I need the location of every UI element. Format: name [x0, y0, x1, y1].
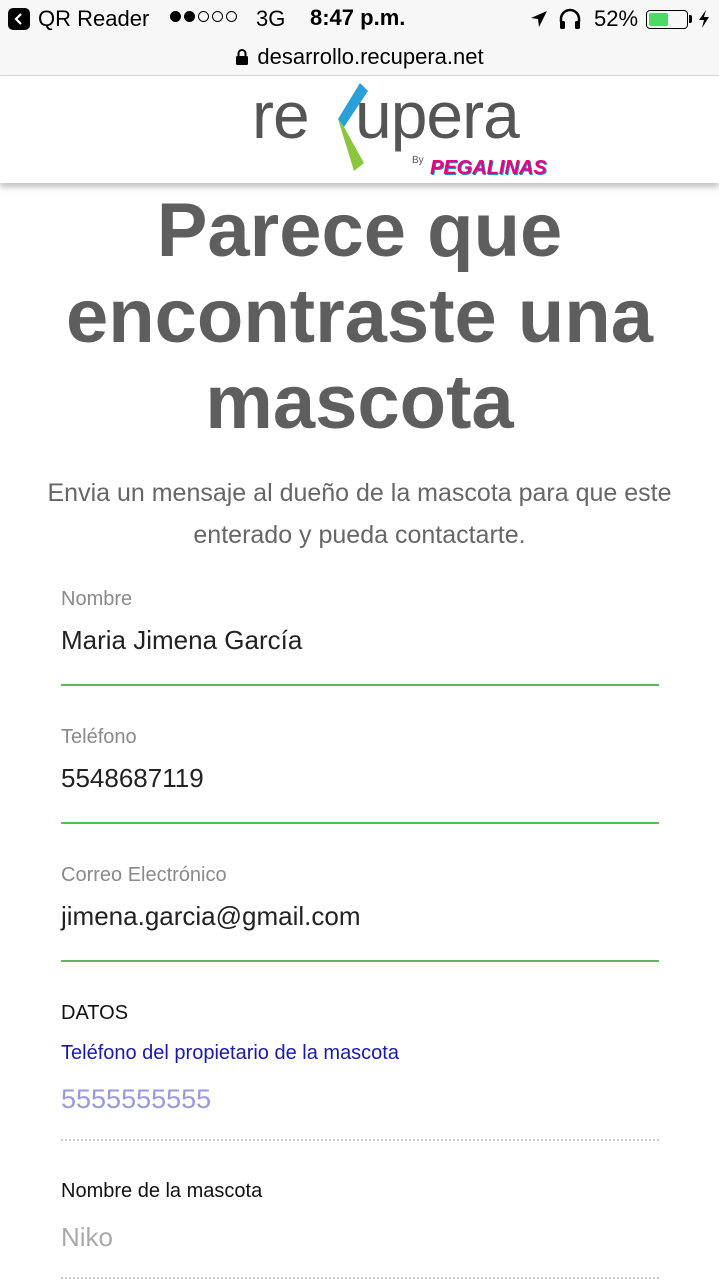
status-bar: QR Reader 3G 8:47 p.m. 52% [0, 0, 719, 38]
email-input[interactable]: jimena.garcia@gmail.com [61, 901, 659, 932]
email-label: Correo Electrónico [61, 864, 227, 886]
phone-underline [61, 822, 659, 824]
logo-brand: PEGALINAS [430, 157, 547, 179]
email-field[interactable]: Correo Electrónico jimena.garcia@gmail.c… [61, 864, 659, 962]
network-type: 3G [256, 6, 286, 31]
page-title: Parece que encontraste una mascota [0, 188, 719, 446]
chevron-left-icon [14, 13, 22, 25]
clock: 8:47 p.m. [310, 5, 406, 30]
url-text: desarrollo.recupera.net [257, 43, 484, 69]
name-input[interactable]: Maria Jimena García [61, 625, 659, 656]
pet-name-input[interactable]: Niko [61, 1222, 113, 1253]
battery-icon [646, 10, 688, 29]
page-description: Envia un mensaje al dueño de la mascota … [47, 479, 672, 549]
logo-text-upera: upera [355, 78, 520, 152]
owner-phone-underline [61, 1139, 659, 1141]
page-title-line: mascota [205, 360, 514, 445]
phone-input[interactable]: 5548687119 [61, 763, 659, 794]
page-title-line: Parece que [156, 188, 563, 273]
email-underline [61, 960, 659, 962]
battery-percentage: 52% [594, 6, 639, 31]
lock-icon [236, 48, 249, 65]
name-underline [61, 684, 659, 686]
phone-label: Teléfono [61, 726, 137, 748]
name-label: Nombre [61, 588, 133, 610]
datos-section-title: DATOS [61, 1002, 129, 1024]
location-arrow-icon [531, 11, 547, 27]
owner-phone-label: Teléfono del propietario de la mascota [61, 1042, 399, 1064]
signal-strength-icon [170, 11, 237, 22]
recupera-logo[interactable]: re upera By PEGALINAS [252, 77, 552, 181]
back-to-app-button[interactable] [8, 8, 30, 30]
owner-phone-input[interactable]: 5555555555 [61, 1084, 211, 1115]
page-title-line: encontraste una [65, 274, 654, 359]
back-app-name[interactable]: QR Reader [38, 6, 149, 32]
logo-by: By [412, 155, 424, 166]
pet-name-label: Nombre de la mascota [61, 1180, 263, 1202]
charging-bolt-icon [699, 10, 709, 28]
logo-text-re: re [252, 78, 310, 152]
phone-field[interactable]: Teléfono 5548687119 [61, 726, 659, 824]
url-bar[interactable]: desarrollo.recupera.net [0, 38, 719, 76]
battery-level-fill [649, 13, 668, 26]
name-field[interactable]: Nombre Maria Jimena García [61, 588, 659, 686]
site-header: re upera By PEGALINAS [0, 77, 719, 183]
headphones-icon [559, 8, 581, 29]
battery-cap [689, 15, 692, 23]
pet-name-underline [61, 1277, 659, 1279]
